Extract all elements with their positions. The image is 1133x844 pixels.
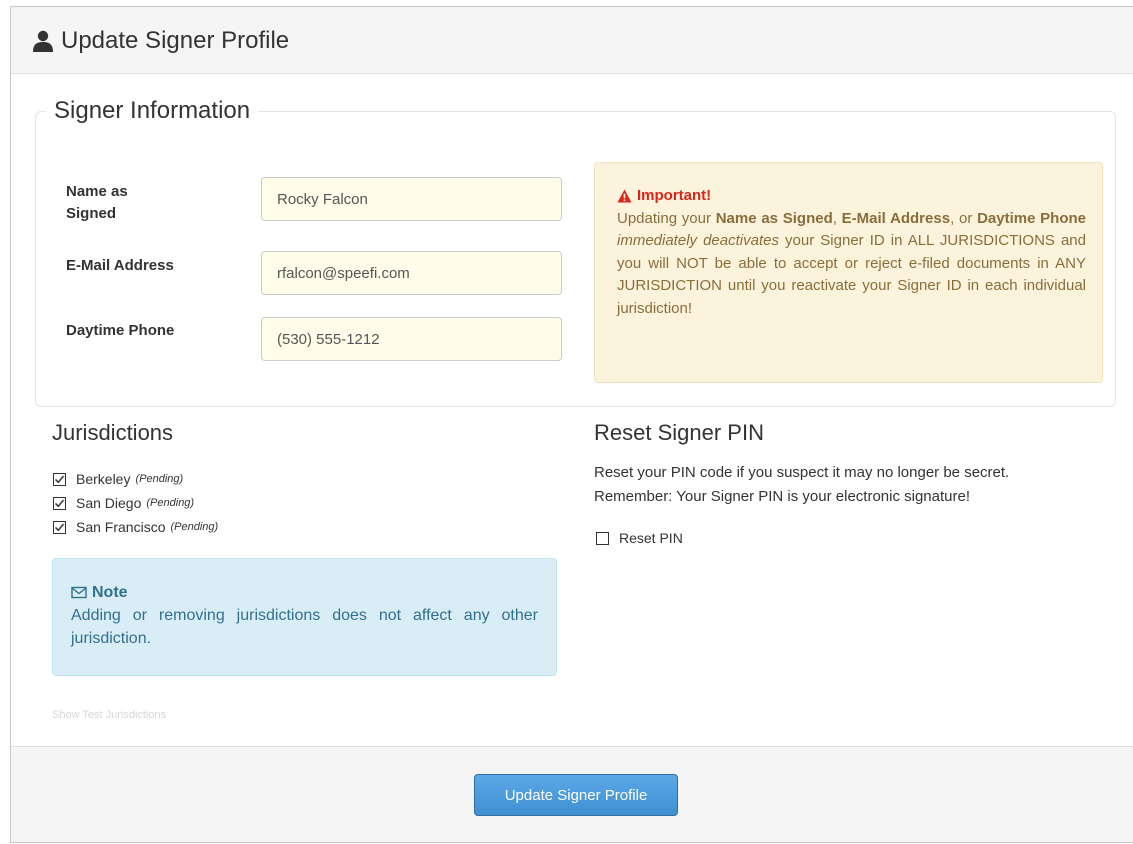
- jurisdiction-checkbox-san-diego[interactable]: [53, 496, 66, 510]
- jurisdiction-status: (Pending): [135, 473, 184, 485]
- warning-message: Updating your Name as Signed, E-Mail Add…: [617, 209, 1086, 317]
- panel-heading: Update Signer Profile: [11, 7, 1133, 74]
- note-title-text: Note: [92, 584, 128, 601]
- jurisdiction-item-berkeley: Berkeley (Pending): [53, 467, 218, 491]
- warning-icon: [617, 189, 632, 203]
- jurisdiction-checkbox-san-francisco[interactable]: [53, 520, 66, 534]
- jurisdiction-item-san-francisco: San Francisco (Pending): [53, 515, 218, 539]
- checkmark-icon: [54, 523, 65, 531]
- signer-information-legend: Signer Information: [54, 97, 251, 124]
- warning-title-text: Important!: [637, 187, 712, 204]
- reset-pin-line2: Remember: Your Signer PIN is your electr…: [594, 488, 971, 505]
- checkmark-icon: [54, 499, 65, 507]
- email-input[interactable]: [261, 251, 562, 295]
- jurisdictions-list: Berkeley (Pending) San Diego (Pending) S…: [53, 467, 218, 539]
- panel-footer: Update Signer Profile: [11, 746, 1133, 842]
- update-signer-profile-button[interactable]: Update Signer Profile: [474, 774, 678, 816]
- jurisdiction-status: (Pending): [170, 521, 219, 533]
- note-text: Adding or removing jurisdictions does no…: [71, 607, 538, 647]
- reset-pin-description: Reset your PIN code if you suspect it ma…: [594, 461, 1009, 509]
- daytime-phone-input[interactable]: [261, 317, 562, 361]
- warning-email-address: E-Mail Address: [841, 209, 951, 227]
- page-title-text: Update Signer Profile: [61, 27, 290, 54]
- jurisdictions-title: Jurisdictions: [52, 420, 174, 445]
- user-icon: [33, 30, 53, 52]
- important-warning-box: Important! Updating your Name as Signed,…: [594, 162, 1103, 383]
- jurisdiction-item-san-diego: San Diego (Pending): [53, 491, 218, 515]
- reset-pin-option: Reset PIN: [596, 530, 683, 546]
- warning-name-as-signed: Name as Signed: [715, 209, 833, 227]
- daytime-phone-label: Daytime Phone: [66, 322, 175, 339]
- jurisdiction-name: Berkeley: [76, 471, 131, 487]
- name-as-signed-input[interactable]: [261, 177, 562, 221]
- email-label: E-Mail Address: [66, 257, 174, 274]
- jurisdiction-status: (Pending): [146, 497, 195, 509]
- name-label-line1: Name as: [66, 183, 128, 200]
- reset-pin-line1: Reset your PIN code if you suspect it ma…: [594, 464, 1010, 481]
- warning-daytime-phone: Daytime Phone: [977, 209, 1086, 227]
- show-test-jurisdictions-link[interactable]: Show Test Jurisdictions: [52, 709, 166, 721]
- checkmark-icon: [54, 475, 65, 483]
- reset-pin-label: Reset PIN: [619, 530, 683, 546]
- reset-pin-checkbox[interactable]: [596, 531, 609, 545]
- note-title: Note: [71, 581, 538, 604]
- note-box: Note Adding or removing jurisdictions do…: [52, 558, 557, 676]
- name-label-line2: Signed: [66, 205, 117, 222]
- jurisdiction-checkbox-berkeley[interactable]: [53, 472, 66, 486]
- envelope-icon: [71, 586, 87, 599]
- page-title: Update Signer Profile: [31, 27, 289, 55]
- warning-title: Important!: [617, 185, 1086, 208]
- name-as-signed-label: Name as Signed: [66, 181, 128, 225]
- update-signer-profile-panel: Update Signer Profile Signer Information…: [10, 6, 1133, 843]
- warning-deactivates: immediately deactivates: [617, 232, 779, 249]
- jurisdiction-name: San Diego: [76, 495, 142, 511]
- jurisdiction-name: San Francisco: [76, 519, 166, 535]
- reset-signer-pin-title: Reset Signer PIN: [594, 420, 764, 445]
